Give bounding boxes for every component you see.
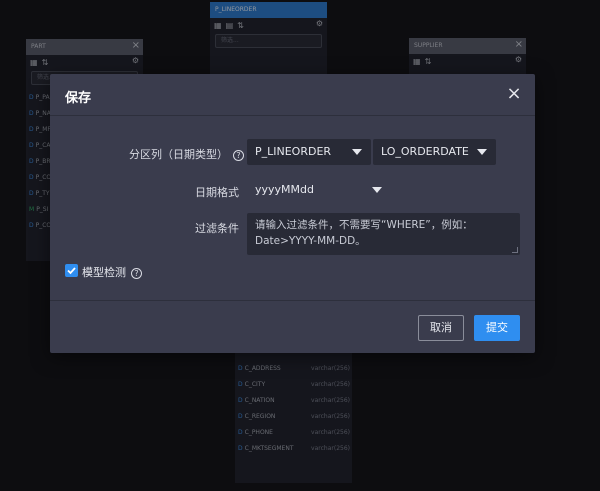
partition-table-select[interactable]: P_LINEORDER (247, 139, 371, 165)
partition-column-select[interactable]: LO_ORDERDATE (373, 139, 496, 165)
date-format-value: yyyyMMdd (255, 183, 314, 196)
close-icon[interactable]: × (505, 85, 523, 103)
save-dialog: 保存 × 分区列（日期类型）? P_LINEORDER LO_ORDERDATE… (50, 74, 535, 353)
filter-label: 过滤条件 (195, 222, 239, 235)
date-format-select[interactable]: yyyyMMdd (247, 177, 391, 203)
checkmark-icon (67, 267, 76, 275)
caret-down-icon (477, 149, 487, 155)
filter-textarea[interactable]: 请输入过滤条件，不需要写“WHERE”，例如：Date>YYYY-MM-DD。 (247, 213, 520, 255)
partition-label-group: 分区列（日期类型）? (129, 146, 244, 162)
help-icon[interactable]: ? (131, 268, 142, 279)
dialog-header: 保存 × (50, 74, 535, 116)
model-check-label-group: 模型检测? (82, 264, 142, 280)
filter-placeholder: 请输入过滤条件，不需要写“WHERE”，例如：Date>YYYY-MM-DD。 (255, 219, 473, 247)
dialog-footer-divider (50, 300, 535, 301)
model-check-label: 模型检测 (82, 266, 126, 279)
dialog-title: 保存 (65, 91, 92, 106)
caret-down-icon (352, 149, 362, 155)
cancel-button[interactable]: 取消 (418, 315, 464, 341)
partition-column-value: LO_ORDERDATE (381, 145, 469, 158)
partition-table-value: P_LINEORDER (255, 145, 332, 158)
submit-button[interactable]: 提交 (474, 315, 520, 341)
date-format-label: 日期格式 (195, 186, 239, 199)
model-check-checkbox[interactable] (65, 264, 78, 277)
partition-label: 分区列（日期类型） (129, 148, 228, 161)
caret-down-icon (372, 187, 382, 193)
help-icon[interactable]: ? (233, 150, 244, 161)
resize-handle-icon[interactable] (512, 247, 518, 253)
